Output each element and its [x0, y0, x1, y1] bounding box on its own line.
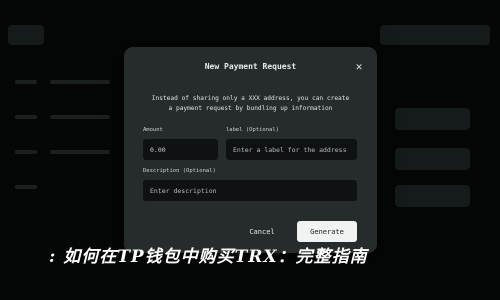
bg-panel-right	[395, 148, 470, 170]
modal-description: Instead of sharing only a XXX address, y…	[144, 94, 357, 114]
description-input[interactable]: Enter description	[143, 180, 357, 201]
bg-line	[15, 150, 37, 154]
bg-line	[15, 80, 37, 84]
bg-line	[15, 115, 37, 119]
bg-panel-right	[395, 185, 470, 207]
bg-panel-left	[8, 25, 44, 45]
label-field-label: label (Optional)	[226, 127, 279, 133]
bg-line	[50, 115, 110, 119]
description-line: Instead of sharing only a XXX address, y…	[151, 95, 350, 102]
label-input[interactable]: Enter a label for the address	[226, 139, 357, 160]
bg-line	[50, 150, 110, 154]
bg-panel-right	[395, 108, 470, 130]
close-icon[interactable]: ✕	[353, 61, 365, 73]
payment-request-modal: New Payment Request ✕ Instead of sharing…	[124, 47, 377, 253]
bg-line	[15, 185, 37, 189]
amount-input[interactable]: 0.00	[143, 139, 218, 160]
bg-panel-right	[380, 25, 490, 45]
description-line: a payment request by bundling up informa…	[168, 105, 333, 112]
generate-button[interactable]: Generate	[297, 221, 357, 242]
modal-title: New Payment Request	[204, 62, 297, 71]
bg-line	[50, 80, 110, 84]
article-caption: : 如何在TP钱包中购买TRX：完整指南	[49, 247, 368, 267]
cancel-button[interactable]: Cancel	[237, 221, 287, 242]
amount-label: Amount	[143, 127, 163, 133]
description-field-label: Description (Optional)	[143, 168, 216, 174]
